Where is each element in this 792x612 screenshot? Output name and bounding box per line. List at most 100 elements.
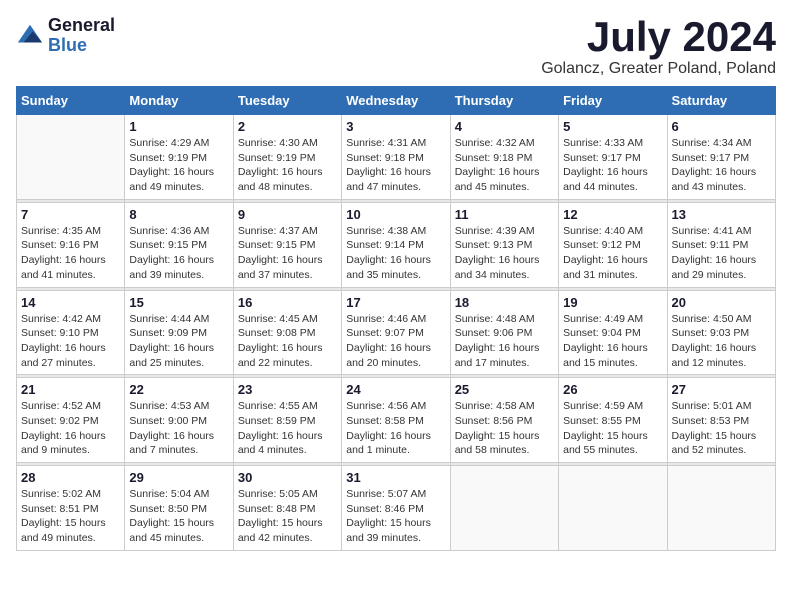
day-number: 23 <box>238 382 337 397</box>
day-info: Sunrise: 4:37 AMSunset: 9:15 PMDaylight:… <box>238 224 337 283</box>
day-number: 22 <box>129 382 228 397</box>
day-info: Sunrise: 4:46 AMSunset: 9:07 PMDaylight:… <box>346 312 445 371</box>
day-number: 5 <box>563 119 662 134</box>
day-info: Sunrise: 4:44 AMSunset: 9:09 PMDaylight:… <box>129 312 228 371</box>
day-info: Sunrise: 5:07 AMSunset: 8:46 PMDaylight:… <box>346 487 445 546</box>
day-info: Sunrise: 4:32 AMSunset: 9:18 PMDaylight:… <box>455 136 554 195</box>
table-row: 7 Sunrise: 4:35 AMSunset: 9:16 PMDaylight… <box>17 202 125 287</box>
day-info: Sunrise: 5:01 AMSunset: 8:53 PMDaylight:… <box>672 399 771 458</box>
table-row: 1 Sunrise: 4:29 AMSunset: 9:19 PMDaylight… <box>125 115 233 200</box>
table-row: 25Sunrise: 4:58 AMSunset: 8:56 PMDayligh… <box>450 378 558 463</box>
table-row: 10Sunrise: 4:38 AMSunset: 9:14 PMDayligh… <box>342 202 450 287</box>
table-row: 17 Sunrise: 4:46 AMSunset: 9:07 PMDayligh… <box>342 290 450 375</box>
calendar-week-row: 14 Sunrise: 4:42 AMSunset: 9:10 PMDayligh… <box>17 290 776 375</box>
table-row: 21Sunrise: 4:52 AMSunset: 9:02 PMDayligh… <box>17 378 125 463</box>
day-info: Sunrise: 5:05 AMSunset: 8:48 PMDaylight:… <box>238 487 337 546</box>
day-info: Sunrise: 4:38 AMSunset: 9:14 PMDaylight:… <box>346 224 445 283</box>
day-number: 17 <box>346 295 445 310</box>
table-row: 24 Sunrise: 4:56 AMSunset: 8:58 PMDayligh… <box>342 378 450 463</box>
calendar-week-row: 28Sunrise: 5:02 AMSunset: 8:51 PMDayligh… <box>17 466 776 551</box>
day-number: 21 <box>21 382 120 397</box>
day-number: 14 <box>21 295 120 310</box>
day-info: Sunrise: 4:40 AMSunset: 9:12 PMDaylight:… <box>563 224 662 283</box>
logo-general: General <box>48 16 115 36</box>
table-row <box>450 466 558 551</box>
calendar-week-row: 7 Sunrise: 4:35 AMSunset: 9:16 PMDaylight… <box>17 202 776 287</box>
day-info: Sunrise: 5:04 AMSunset: 8:50 PMDaylight:… <box>129 487 228 546</box>
table-row: 14 Sunrise: 4:42 AMSunset: 9:10 PMDayligh… <box>17 290 125 375</box>
day-number: 7 <box>21 207 120 222</box>
day-number: 26 <box>563 382 662 397</box>
table-row: 6Sunrise: 4:34 AMSunset: 9:17 PMDaylight… <box>667 115 775 200</box>
table-row <box>559 466 667 551</box>
day-number: 24 <box>346 382 445 397</box>
day-number: 29 <box>129 470 228 485</box>
table-row: 27 Sunrise: 5:01 AMSunset: 8:53 PMDayligh… <box>667 378 775 463</box>
day-number: 27 <box>672 382 771 397</box>
table-row: 20 Sunrise: 4:50 AMSunset: 9:03 PMDayligh… <box>667 290 775 375</box>
logo-blue: Blue <box>48 36 115 56</box>
table-row: 31 Sunrise: 5:07 AMSunset: 8:46 PMDayligh… <box>342 466 450 551</box>
day-info: Sunrise: 4:30 AMSunset: 9:19 PMDaylight:… <box>238 136 337 195</box>
table-row: 22 Sunrise: 4:53 AMSunset: 9:00 PMDayligh… <box>125 378 233 463</box>
day-number: 8 <box>129 207 228 222</box>
day-number: 1 <box>129 119 228 134</box>
table-row: 12 Sunrise: 4:40 AMSunset: 9:12 PMDayligh… <box>559 202 667 287</box>
table-row: 23Sunrise: 4:55 AMSunset: 8:59 PMDayligh… <box>233 378 341 463</box>
day-info: Sunrise: 4:53 AMSunset: 9:00 PMDaylight:… <box>129 399 228 458</box>
table-row: 9 Sunrise: 4:37 AMSunset: 9:15 PMDaylight… <box>233 202 341 287</box>
page-header: General Blue July 2024 Golancz, Greater … <box>16 16 776 78</box>
day-info: Sunrise: 4:35 AMSunset: 9:16 PMDaylight:… <box>21 224 120 283</box>
day-number: 18 <box>455 295 554 310</box>
day-info: Sunrise: 4:56 AMSunset: 8:58 PMDaylight:… <box>346 399 445 458</box>
col-wednesday: Wednesday <box>342 87 450 115</box>
day-info: Sunrise: 4:42 AMSunset: 9:10 PMDaylight:… <box>21 312 120 371</box>
day-number: 6 <box>672 119 771 134</box>
col-saturday: Saturday <box>667 87 775 115</box>
calendar-header-row: Sunday Monday Tuesday Wednesday Thursday… <box>17 87 776 115</box>
calendar-table: Sunday Monday Tuesday Wednesday Thursday… <box>16 86 776 551</box>
day-info: Sunrise: 4:59 AMSunset: 8:55 PMDaylight:… <box>563 399 662 458</box>
table-row <box>17 115 125 200</box>
table-row: 13 Sunrise: 4:41 AMSunset: 9:11 PMDayligh… <box>667 202 775 287</box>
day-number: 20 <box>672 295 771 310</box>
table-row: 26 Sunrise: 4:59 AMSunset: 8:55 PMDayligh… <box>559 378 667 463</box>
table-row: 2 Sunrise: 4:30 AMSunset: 9:19 PMDaylight… <box>233 115 341 200</box>
table-row: 19Sunrise: 4:49 AMSunset: 9:04 PMDayligh… <box>559 290 667 375</box>
logo-text: General Blue <box>48 16 115 56</box>
day-number: 19 <box>563 295 662 310</box>
table-row <box>667 466 775 551</box>
day-info: Sunrise: 4:58 AMSunset: 8:56 PMDaylight:… <box>455 399 554 458</box>
day-info: Sunrise: 5:02 AMSunset: 8:51 PMDaylight:… <box>21 487 120 546</box>
table-row: 30 Sunrise: 5:05 AMSunset: 8:48 PMDayligh… <box>233 466 341 551</box>
col-sunday: Sunday <box>17 87 125 115</box>
day-info: Sunrise: 4:41 AMSunset: 9:11 PMDaylight:… <box>672 224 771 283</box>
day-number: 16 <box>238 295 337 310</box>
day-info: Sunrise: 4:39 AMSunset: 9:13 PMDaylight:… <box>455 224 554 283</box>
table-row: 28Sunrise: 5:02 AMSunset: 8:51 PMDayligh… <box>17 466 125 551</box>
title-section: July 2024 Golancz, Greater Poland, Polan… <box>541 16 776 78</box>
table-row: 5 Sunrise: 4:33 AMSunset: 9:17 PMDaylight… <box>559 115 667 200</box>
table-row: 4 Sunrise: 4:32 AMSunset: 9:18 PMDaylight… <box>450 115 558 200</box>
table-row: 15Sunrise: 4:44 AMSunset: 9:09 PMDayligh… <box>125 290 233 375</box>
day-info: Sunrise: 4:50 AMSunset: 9:03 PMDaylight:… <box>672 312 771 371</box>
table-row: 18Sunrise: 4:48 AMSunset: 9:06 PMDayligh… <box>450 290 558 375</box>
day-number: 4 <box>455 119 554 134</box>
logo-icon <box>16 22 44 50</box>
col-tuesday: Tuesday <box>233 87 341 115</box>
day-number: 30 <box>238 470 337 485</box>
table-row: 16 Sunrise: 4:45 AMSunset: 9:08 PMDayligh… <box>233 290 341 375</box>
day-info: Sunrise: 4:45 AMSunset: 9:08 PMDaylight:… <box>238 312 337 371</box>
day-number: 13 <box>672 207 771 222</box>
location-title: Golancz, Greater Poland, Poland <box>541 60 776 78</box>
table-row: 3Sunrise: 4:31 AMSunset: 9:18 PMDaylight… <box>342 115 450 200</box>
table-row: 11Sunrise: 4:39 AMSunset: 9:13 PMDayligh… <box>450 202 558 287</box>
day-number: 31 <box>346 470 445 485</box>
day-number: 12 <box>563 207 662 222</box>
col-monday: Monday <box>125 87 233 115</box>
day-number: 2 <box>238 119 337 134</box>
day-info: Sunrise: 4:31 AMSunset: 9:18 PMDaylight:… <box>346 136 445 195</box>
day-info: Sunrise: 4:33 AMSunset: 9:17 PMDaylight:… <box>563 136 662 195</box>
day-number: 9 <box>238 207 337 222</box>
day-info: Sunrise: 4:29 AMSunset: 9:19 PMDaylight:… <box>129 136 228 195</box>
